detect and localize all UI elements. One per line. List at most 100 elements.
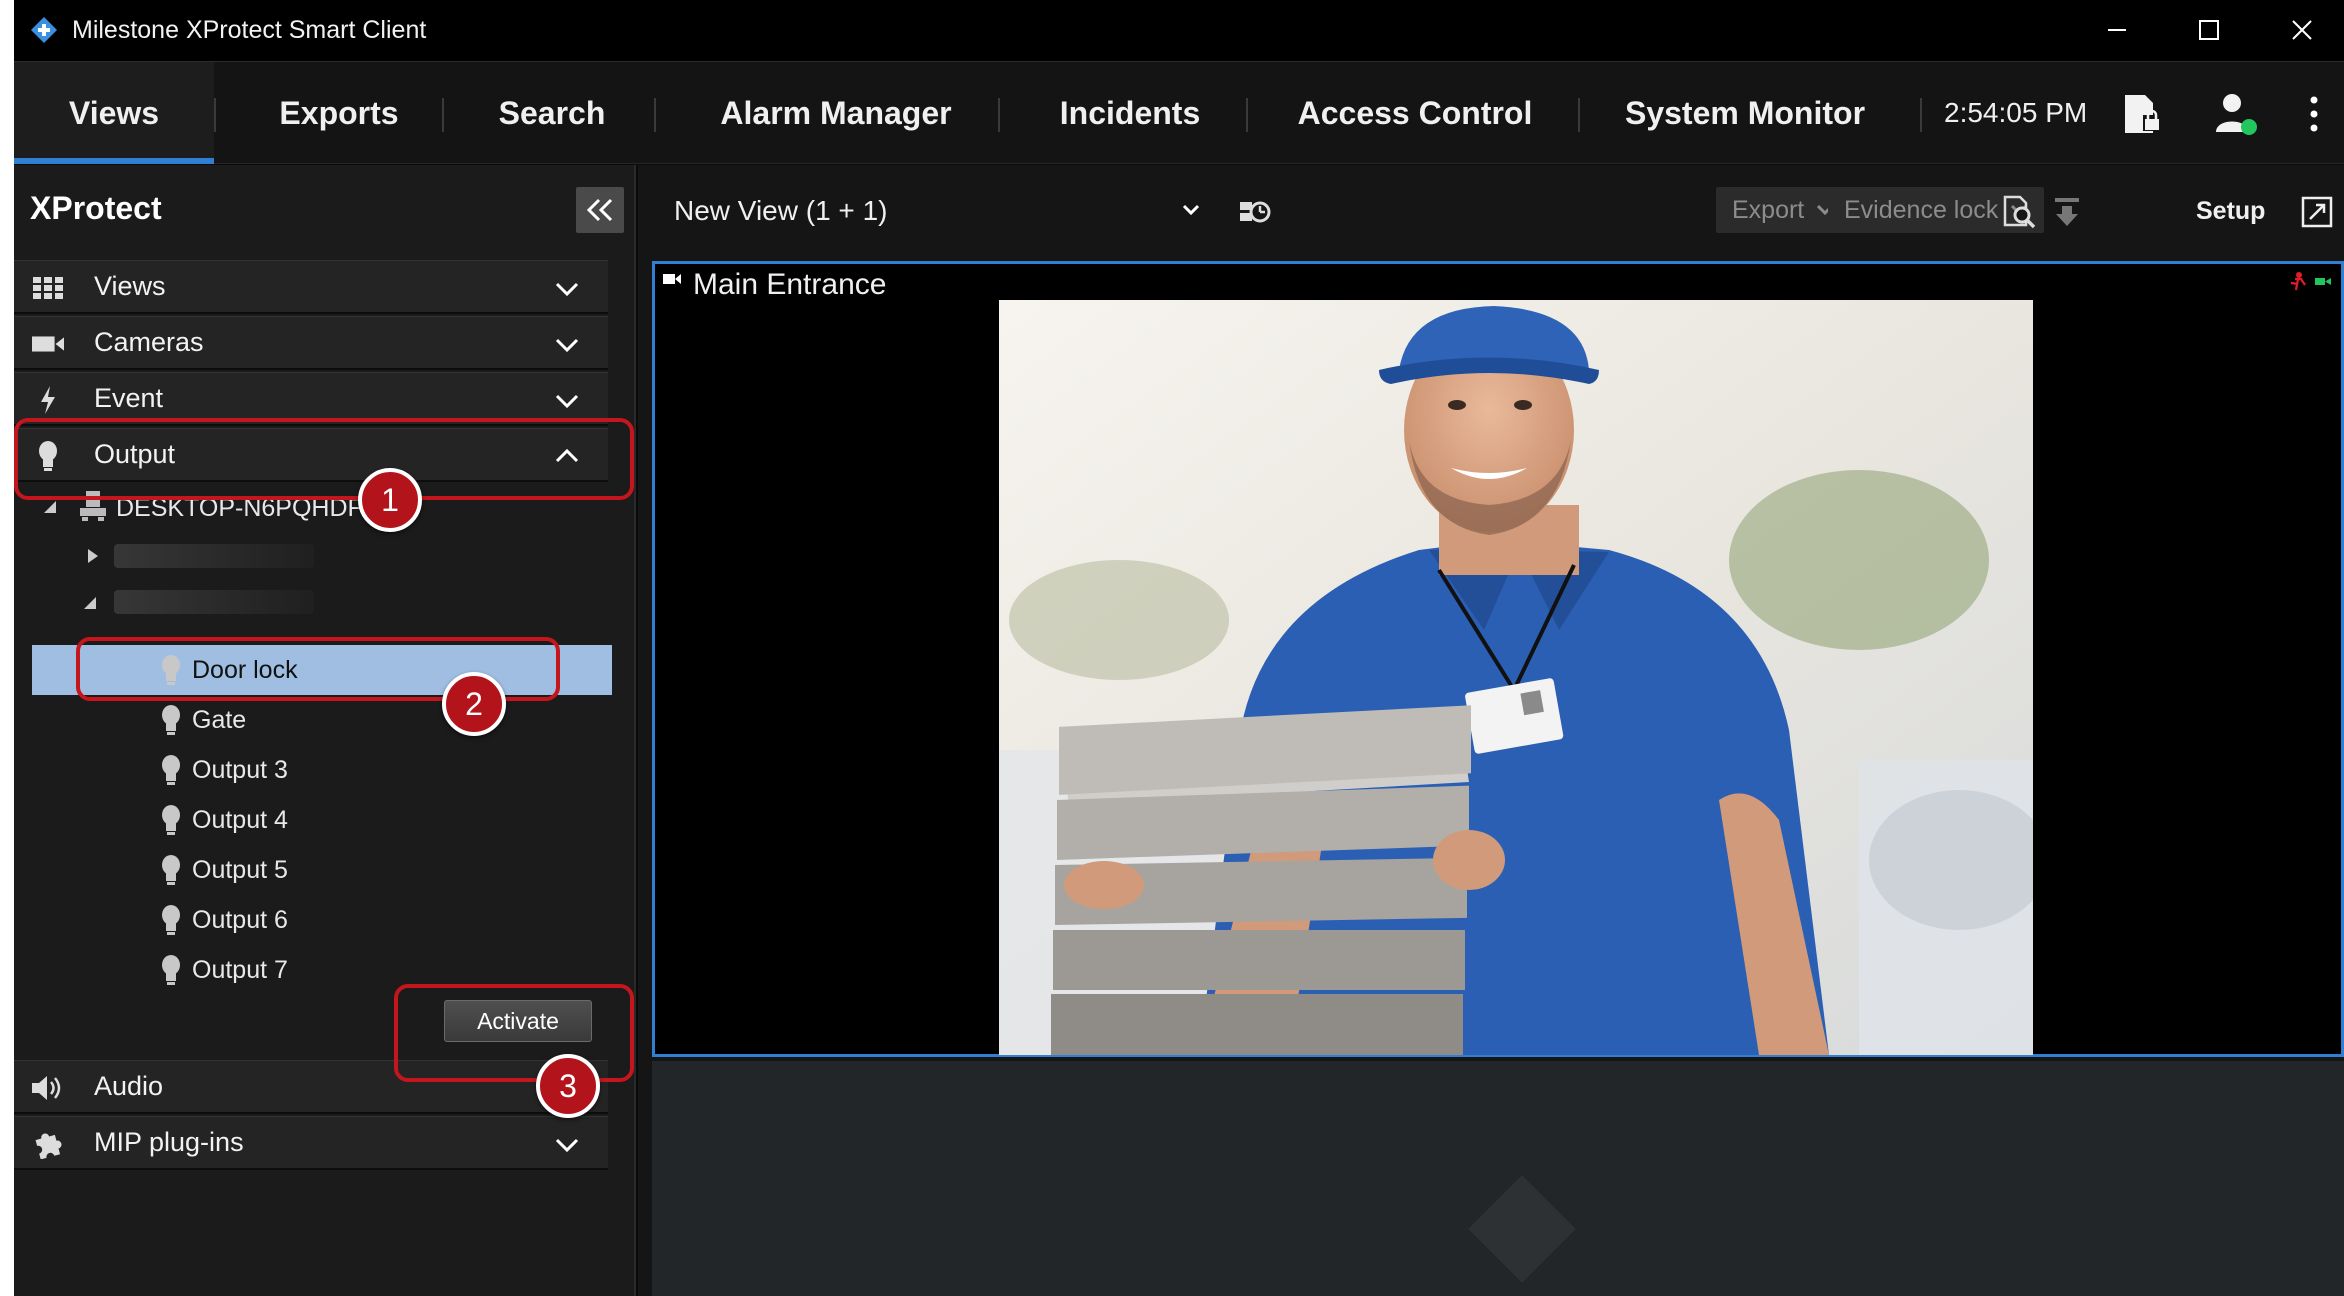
setup-button[interactable]: Setup: [2196, 197, 2265, 226]
chevron-down-icon: [555, 282, 579, 297]
export-label: Export: [1732, 195, 1805, 224]
camera-icon: [32, 330, 64, 358]
camera-title: Main Entrance: [693, 268, 887, 301]
maximize-icon: [2199, 20, 2219, 40]
maximize-button[interactable]: [2174, 8, 2244, 52]
bulb-icon: [162, 855, 180, 885]
left-pane: XProtect Views Cameras Event Output DESK…: [14, 165, 636, 1296]
tree-output-item[interactable]: Output 4: [14, 797, 608, 843]
puzzle-icon: [32, 1130, 64, 1159]
camera-small-icon: [663, 274, 681, 284]
milestone-logo-icon: [31, 17, 57, 43]
app-window: Milestone XProtect Smart Client Views Ex…: [14, 0, 2344, 1296]
tab-separator: [654, 98, 656, 132]
chevron-down-icon: [555, 338, 579, 353]
tab-alarm-manager[interactable]: Alarm Manager: [660, 62, 1012, 164]
evidence-lock-label: Evidence lock: [1844, 195, 1999, 224]
callout-box-activate: [394, 984, 634, 1082]
expand-triangle-icon: [84, 597, 96, 609]
bulb-icon: [162, 705, 180, 735]
tree-output-label: Output 7: [192, 955, 288, 984]
grid-icon: [32, 274, 64, 302]
fullscreen-button[interactable]: [2294, 189, 2340, 235]
tab-views[interactable]: Views: [14, 62, 214, 164]
section-mip-label: MIP plug-ins: [94, 1127, 244, 1157]
evidence-lock-icon: [2125, 95, 2161, 133]
chevron-down-icon: [555, 394, 579, 409]
close-icon: [2292, 20, 2312, 40]
view-area: New View (1 + 1) Export Evidence lock Se…: [638, 165, 2344, 1296]
tree-output-item[interactable]: Output 6: [14, 897, 608, 943]
bulb-icon: [162, 955, 180, 985]
search-recording-icon: [2003, 195, 2036, 229]
callout-number-3: 3: [536, 1054, 600, 1118]
tab-separator: [1246, 98, 1248, 132]
section-cameras[interactable]: Cameras: [14, 316, 608, 370]
clock: 2:54:05 PM: [1944, 97, 2088, 128]
tree-output-label: Output 4: [192, 805, 288, 834]
expand-triangle-icon: [44, 501, 56, 513]
camera-view-tile[interactable]: Main Entrance: [652, 261, 2344, 1057]
camera-feed-image: [999, 300, 2033, 1055]
tab-access-control[interactable]: Access Control: [1250, 62, 1580, 164]
section-views-label: Views: [94, 271, 166, 301]
chevron-down-icon[interactable]: [1180, 199, 1202, 221]
bulb-icon: [162, 805, 180, 835]
callout-box-output: [14, 418, 634, 500]
title-bar: Milestone XProtect Smart Client: [14, 0, 2344, 62]
download-button[interactable]: [2044, 189, 2090, 235]
more-menu-button[interactable]: [2284, 84, 2344, 144]
delivery-person-image: [999, 300, 2033, 1055]
lightning-icon: [32, 386, 64, 414]
more-vertical-icon: [2310, 96, 2318, 132]
evidence-lock-button[interactable]: [2112, 84, 2172, 144]
callout-number-1: 1: [358, 468, 422, 532]
tree-output-item[interactable]: Output 5: [14, 847, 608, 893]
user-status-button[interactable]: [2206, 84, 2266, 144]
tree-group-collapsed[interactable]: [14, 533, 608, 579]
redacted-group-label: [114, 544, 314, 568]
window-title: Milestone XProtect Smart Client: [72, 16, 427, 44]
view-toolbar: New View (1 + 1) Export Evidence lock Se…: [638, 165, 2344, 259]
tree-output-label: Output 3: [192, 755, 288, 784]
tab-separator: [1920, 98, 1922, 132]
redacted-group-label: [114, 590, 314, 614]
section-mip-plugins[interactable]: MIP plug-ins: [14, 1116, 608, 1170]
callout-number-2: 2: [442, 672, 506, 736]
tree-output-label: Output 5: [192, 855, 288, 884]
tab-separator: [214, 98, 216, 132]
minimize-icon: [2108, 29, 2126, 31]
tree-output-label: Gate: [192, 705, 247, 734]
collapse-double-chevron-icon: [586, 198, 613, 222]
tree-output-item[interactable]: Gate: [14, 697, 608, 743]
view-selector[interactable]: New View (1 + 1): [674, 195, 887, 227]
bulb-icon: [162, 755, 180, 785]
download-icon: [2055, 198, 2079, 226]
speaker-icon: [32, 1074, 64, 1102]
pane-title: XProtect: [30, 190, 162, 226]
tree-output-item[interactable]: Output 3: [14, 747, 608, 793]
section-views[interactable]: Views: [14, 260, 608, 314]
tab-system-monitor[interactable]: System Monitor: [1580, 62, 1910, 164]
section-audio-label: Audio: [94, 1071, 164, 1101]
bulb-icon: [162, 905, 180, 935]
milestone-watermark-icon: [1468, 1175, 1576, 1283]
search-recordings-button[interactable]: [1996, 189, 2042, 235]
tree-output-label: Output 6: [192, 905, 288, 934]
fullscreen-icon: [2301, 196, 2333, 228]
tab-separator: [998, 98, 1000, 132]
view-sequence-button[interactable]: [1232, 189, 1278, 235]
tree-group-expanded[interactable]: [14, 579, 608, 625]
minimize-button[interactable]: [2082, 8, 2152, 52]
tab-search[interactable]: Search: [444, 62, 660, 164]
tab-incidents[interactable]: Incidents: [1004, 62, 1256, 164]
user-status-icon: [2216, 94, 2257, 135]
collapse-pane-button[interactable]: [576, 187, 624, 233]
view-sequence-icon: [1240, 201, 1271, 223]
section-cameras-label: Cameras: [94, 327, 204, 357]
empty-view-tile[interactable]: [652, 1061, 2344, 1296]
section-event-label: Event: [94, 383, 164, 413]
chevron-down-icon: [555, 1138, 579, 1153]
close-button[interactable]: [2267, 8, 2337, 52]
tab-exports[interactable]: Exports: [220, 62, 458, 164]
